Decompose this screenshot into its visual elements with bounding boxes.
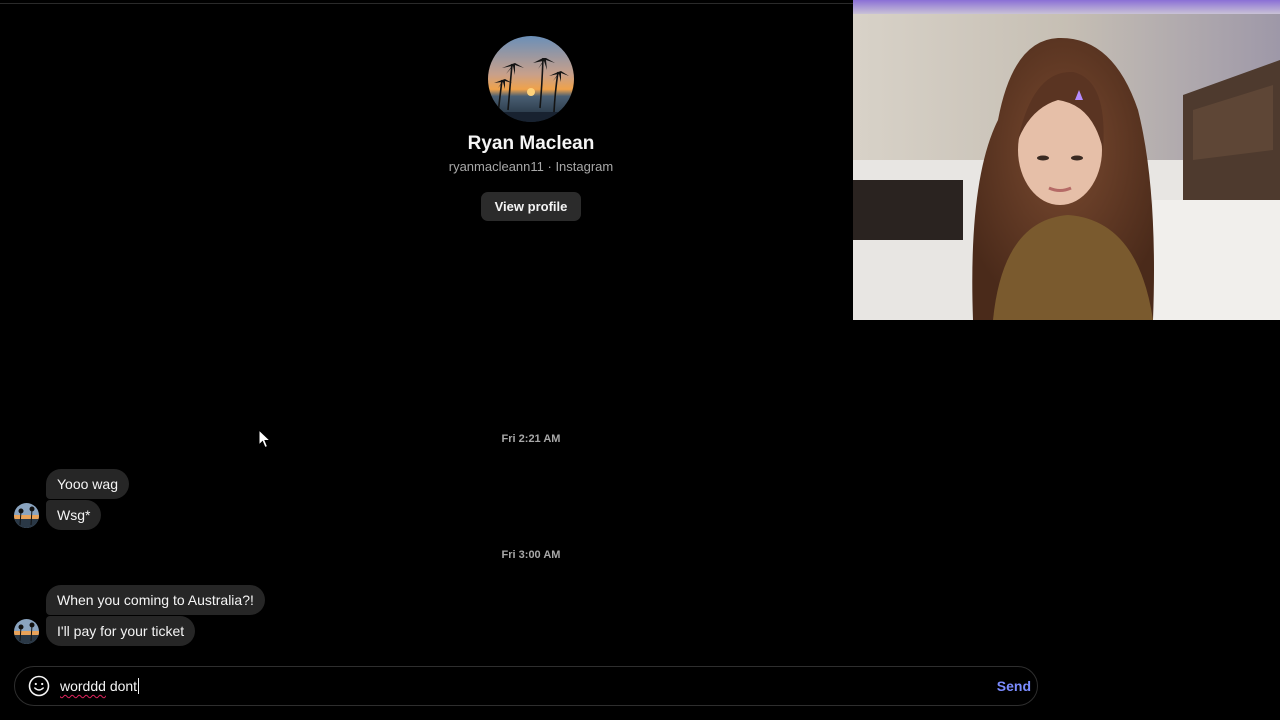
incoming-message[interactable]: When you coming to Australia?! [46,585,265,615]
incoming-message[interactable]: Wsg* [46,500,102,530]
sunset-palm-thumbnail [14,503,39,528]
sender-avatar[interactable] [14,619,39,644]
profile-username-source: ryanmacleann11 · Instagram [448,159,614,174]
draft-word: dont [109,678,138,694]
send-button[interactable]: Send [997,674,1031,698]
message-input[interactable]: worddd dont [60,674,960,698]
message-composer: worddd dont Send [14,666,1038,706]
instagram-dm-screen: Ryan Maclean ryanmacleann11 · Instagram … [0,0,1280,720]
top-divider [0,3,853,4]
message-timestamp: Fri 3:00 AM [501,549,561,561]
smiley-face-icon [28,675,50,697]
view-profile-button[interactable]: View profile [480,192,582,221]
text-caret [138,678,140,694]
sunset-palm-thumbnail [14,619,39,644]
incoming-message[interactable]: I'll pay for your ticket [46,616,196,646]
mouse-pointer-icon [258,429,272,449]
webcam-overlay [853,0,1280,320]
profile-avatar[interactable] [488,36,574,122]
webcam-feed [853,0,1280,320]
profile-header: Ryan Maclean ryanmacleann11 · Instagram … [331,36,731,221]
sender-avatar[interactable] [14,503,39,528]
misspelled-word: worddd [60,678,106,694]
message-timestamp: Fri 2:21 AM [501,433,561,445]
incoming-message[interactable]: Yooo wag [46,469,129,499]
sunset-palm-photo [488,36,574,122]
emoji-icon[interactable] [28,675,50,697]
profile-name: Ryan Maclean [467,133,595,154]
